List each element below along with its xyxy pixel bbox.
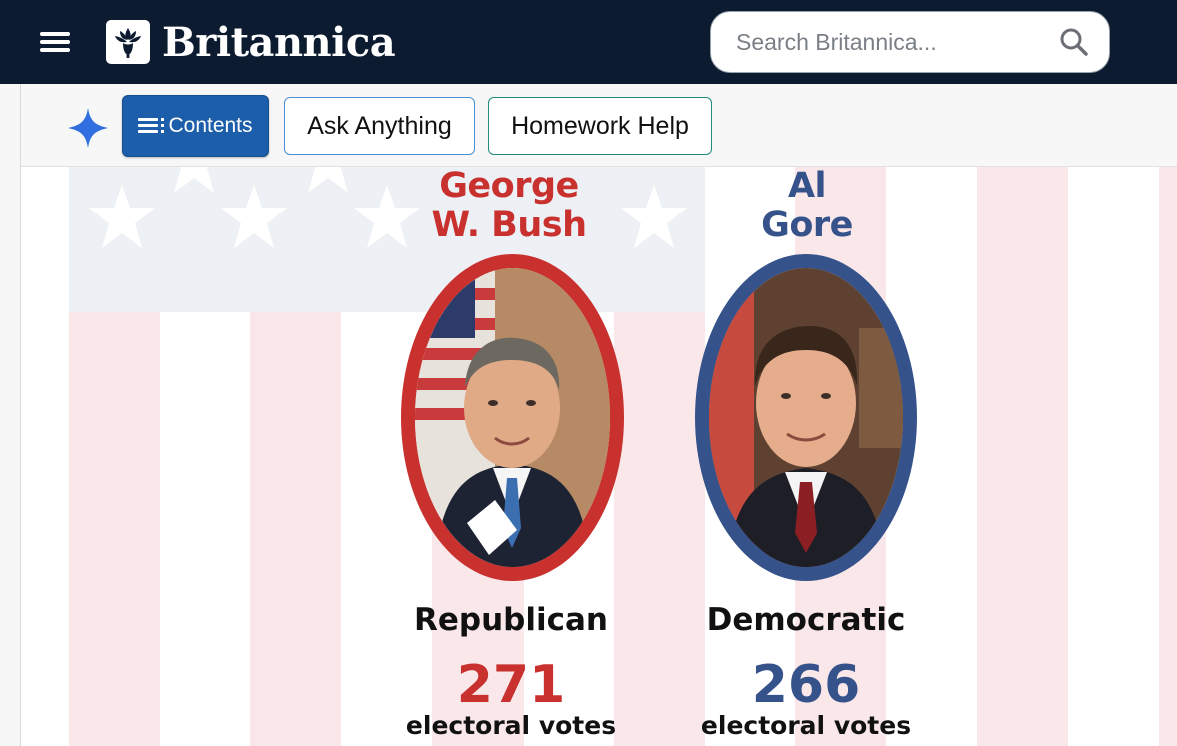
contents-button[interactable]: Contents — [122, 95, 269, 157]
homework-help-label: Homework Help — [511, 111, 689, 140]
top-navigation-bar: Britannica — [0, 0, 1177, 84]
britannica-thistle-logo — [106, 20, 150, 64]
star-icon — [221, 185, 287, 248]
portrait-gore — [695, 254, 917, 581]
article-content: George W. Bush Republican 271 electoral … — [21, 167, 1177, 746]
flag-stripe — [977, 167, 1068, 746]
contents-label: Contents — [168, 114, 253, 137]
portrait-image — [709, 268, 903, 567]
brand-name: Britannica — [162, 18, 396, 66]
ask-anything-label: Ask Anything — [307, 111, 452, 140]
electoral-vote-count-bush: 271 — [456, 655, 566, 715]
star-icon — [174, 167, 214, 193]
candidate-name-bush: George W. Bush — [399, 167, 619, 245]
portrait-bush — [401, 254, 624, 581]
search-icon[interactable] — [1059, 27, 1089, 57]
britannica-logo[interactable]: Britannica — [106, 18, 396, 66]
election-infographic: George W. Bush Republican 271 electoral … — [69, 167, 1177, 746]
homework-help-button[interactable]: Homework Help — [488, 97, 712, 155]
candidate-name-gore: Al Gore — [697, 167, 917, 245]
electoral-votes-label: electoral votes — [700, 711, 912, 740]
portrait-image — [415, 268, 610, 567]
electoral-votes-label: electoral votes — [405, 711, 617, 740]
party-label-democratic: Democratic — [706, 602, 906, 638]
search-box — [710, 11, 1110, 73]
name-line: Gore — [761, 205, 853, 245]
star-icon — [621, 185, 687, 248]
list-icon — [138, 116, 165, 136]
ask-anything-button[interactable]: Ask Anything — [284, 97, 475, 155]
name-line: George — [439, 167, 579, 206]
name-line: W. Bush — [431, 205, 587, 245]
flag-stripe — [1159, 167, 1177, 746]
name-line: Al — [787, 167, 827, 206]
star-icon — [308, 167, 348, 193]
menu-icon[interactable] — [36, 26, 74, 58]
search-input[interactable] — [736, 28, 1046, 56]
party-label-republican: Republican — [414, 602, 608, 638]
electoral-vote-count-gore: 266 — [751, 655, 861, 715]
star-icon — [89, 185, 155, 248]
sparkle-icon[interactable] — [66, 106, 110, 150]
